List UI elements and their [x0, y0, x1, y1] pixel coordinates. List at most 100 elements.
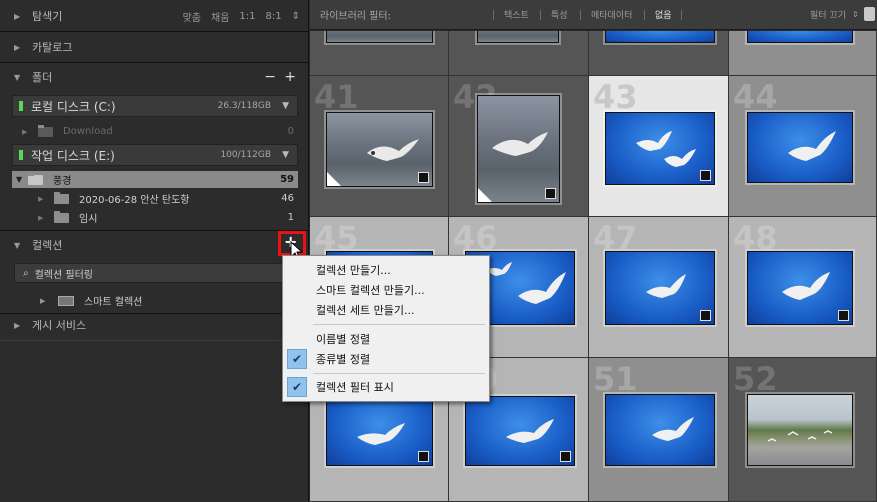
- metadata-badge-icon[interactable]: [560, 451, 571, 462]
- metadata-badge-icon[interactable]: [418, 451, 429, 462]
- dropdown-triangle-icon[interactable]: ▼: [282, 150, 289, 160]
- expand-triangle-icon[interactable]: ▼: [14, 241, 24, 250]
- collapse-triangle-icon[interactable]: ▶: [14, 321, 24, 330]
- metadata-badge-icon[interactable]: [418, 172, 429, 183]
- seagull-icon: [646, 274, 686, 298]
- tab-none[interactable]: 없음: [655, 8, 672, 21]
- collapse-triangle-icon[interactable]: ▶: [14, 43, 24, 52]
- drive-capacity: 26.3/118GB: [217, 101, 271, 111]
- collection-filter-label: 컬렉션 필터링: [34, 269, 93, 281]
- zoom-8-1[interactable]: 8:1: [266, 11, 282, 22]
- lock-icon[interactable]: [864, 7, 875, 21]
- folder-row-landscape[interactable]: ▼ 풍경 59: [12, 171, 298, 188]
- rating-corner-icon: [478, 188, 492, 202]
- menu-item-create-smart-collection[interactable]: 스마트 컬렉션 만들기...: [283, 280, 489, 300]
- smart-collection-name: 스마트 컬렉션: [84, 297, 143, 308]
- drive-work-e[interactable]: 작업 디스크 (E:) 100/112GB ▼: [12, 144, 298, 166]
- menu-item-label: 종류별 정렬: [316, 353, 371, 366]
- drive-local-c[interactable]: 로컬 디스크 (C:) 26.3/118GB ▼: [12, 95, 298, 117]
- photo-thumbnail[interactable]: [605, 394, 715, 466]
- zoom-fit[interactable]: 맞춤: [183, 9, 201, 24]
- photo-thumbnail[interactable]: [326, 396, 433, 466]
- tab-attribute[interactable]: 특성: [551, 8, 568, 21]
- rating-corner-icon: [327, 172, 341, 186]
- minus-icon[interactable]: −: [264, 69, 276, 85]
- photo-thumbnail[interactable]: [605, 251, 715, 325]
- divider: [540, 10, 541, 20]
- photo-thumbnail[interactable]: [747, 251, 853, 325]
- zoom-fill[interactable]: 채움: [211, 9, 229, 24]
- smart-collection-row[interactable]: ▶ 스마트 컬렉션: [12, 292, 298, 309]
- filter-off-dropdown[interactable]: 필터 끄기: [810, 8, 846, 21]
- grid-cell[interactable]: 48: [729, 217, 877, 358]
- menu-item-create-collection[interactable]: 컬렉션 만들기...: [283, 260, 489, 280]
- folder-triangle-icon[interactable]: ▶: [38, 214, 48, 222]
- folder-row-sub2[interactable]: ▶ 임시 1: [12, 209, 298, 226]
- catalog-header[interactable]: ▶ 카탈로그: [0, 36, 308, 58]
- photo-thumbnail[interactable]: [477, 95, 560, 203]
- photo-thumbnail[interactable]: [747, 112, 853, 183]
- left-panel: ▶ 탐색기 맞춤 채움 1:1 8:1 ⇕ ▶ 카탈로그 ▼ 폴더 − + 로컬…: [0, 0, 309, 502]
- dropdown-triangle-icon[interactable]: ▼: [282, 101, 289, 111]
- grid-cell-selected[interactable]: 43: [589, 76, 729, 217]
- grid-cell[interactable]: 42: [449, 76, 589, 217]
- collection-filter-field[interactable]: ⌕ 컬렉션 필터링: [14, 263, 298, 283]
- folder-name: 풍경: [53, 176, 72, 187]
- folders-header[interactable]: ▼ 폴더 − +: [0, 66, 308, 88]
- grid-cell[interactable]: 41: [310, 76, 449, 217]
- grid-cell[interactable]: [729, 31, 877, 76]
- library-filter-bar: 라이브러리 필터: 텍스트 특성 메타데이터 없음 필터 끄기 ⇕: [310, 0, 877, 30]
- metadata-badge-icon[interactable]: [700, 170, 711, 181]
- photo-thumbnail[interactable]: [477, 31, 559, 43]
- grid-cell[interactable]: 52: [729, 358, 877, 502]
- check-icon: ✔: [287, 377, 307, 397]
- grid-cell[interactable]: [589, 31, 729, 76]
- collections-context-menu: 컬렉션 만들기... 스마트 컬렉션 만들기... 컬렉션 세트 만들기... …: [282, 255, 490, 402]
- folder-triangle-icon[interactable]: ▶: [38, 195, 48, 203]
- filter-off-stepper-icon[interactable]: ⇕: [852, 10, 859, 19]
- expand-triangle-icon[interactable]: ▼: [14, 73, 24, 82]
- menu-item-create-collection-set[interactable]: 컬렉션 세트 만들기...: [283, 300, 489, 320]
- photo-thumbnail[interactable]: [747, 394, 853, 466]
- folder-name: 임시: [79, 214, 98, 225]
- folder-triangle-icon[interactable]: ▶: [22, 128, 32, 136]
- folder-triangle-icon[interactable]: ▼: [16, 175, 26, 184]
- divider: [0, 62, 308, 63]
- tab-text[interactable]: 텍스트: [504, 8, 529, 21]
- photo-thumbnail[interactable]: [326, 31, 433, 43]
- menu-item-label: 컬렉션 필터 표시: [316, 381, 394, 394]
- zoom-1-1[interactable]: 1:1: [239, 11, 255, 22]
- publish-header[interactable]: ▶ 게시 서비스: [0, 314, 308, 336]
- collections-header[interactable]: ▼ 컬렉션: [0, 234, 308, 256]
- photo-thumbnail[interactable]: [465, 396, 575, 466]
- collapse-triangle-icon[interactable]: ▶: [14, 12, 24, 21]
- photo-thumbnail[interactable]: [605, 112, 715, 185]
- menu-item-sort-by-kind[interactable]: ✔ 종류별 정렬: [283, 349, 489, 369]
- seagull-flock-icon: [767, 430, 833, 442]
- navigator-header[interactable]: ▶ 탐색기 맞춤 채움 1:1 8:1 ⇕: [0, 5, 308, 27]
- folder-row-download[interactable]: ▶ Download 0: [12, 123, 298, 140]
- metadata-badge-icon[interactable]: [700, 310, 711, 321]
- grid-cell[interactable]: [449, 31, 589, 76]
- tab-metadata[interactable]: 메타데이터: [591, 8, 632, 21]
- zoom-stepper-icon[interactable]: ⇕: [292, 11, 300, 22]
- photo-thumbnail[interactable]: [747, 31, 853, 43]
- grid-cell[interactable]: 47: [589, 217, 729, 358]
- photo-thumbnail[interactable]: [605, 31, 715, 43]
- folder-count: 59: [280, 174, 294, 185]
- cell-index: 44: [733, 78, 778, 116]
- plus-icon[interactable]: +: [284, 69, 296, 85]
- grid-cell[interactable]: 51: [589, 358, 729, 502]
- photo-thumbnail[interactable]: [326, 112, 433, 187]
- grid-cell[interactable]: 44: [729, 76, 877, 217]
- folder-triangle-icon[interactable]: ▶: [40, 297, 50, 305]
- menu-item-show-collection-filter[interactable]: ✔ 컬렉션 필터 표시: [283, 377, 489, 397]
- folders-title: 폴더: [32, 71, 53, 84]
- metadata-badge-icon[interactable]: [545, 188, 556, 199]
- metadata-badge-icon[interactable]: [838, 310, 849, 321]
- menu-item-sort-by-name[interactable]: 이름별 정렬: [283, 329, 489, 349]
- grid-cell[interactable]: [310, 31, 449, 76]
- divider: [0, 340, 308, 341]
- cell-index: 43: [593, 78, 638, 116]
- folder-row-sub1[interactable]: ▶ 2020-06-28 안산 탄도항 46: [12, 190, 298, 207]
